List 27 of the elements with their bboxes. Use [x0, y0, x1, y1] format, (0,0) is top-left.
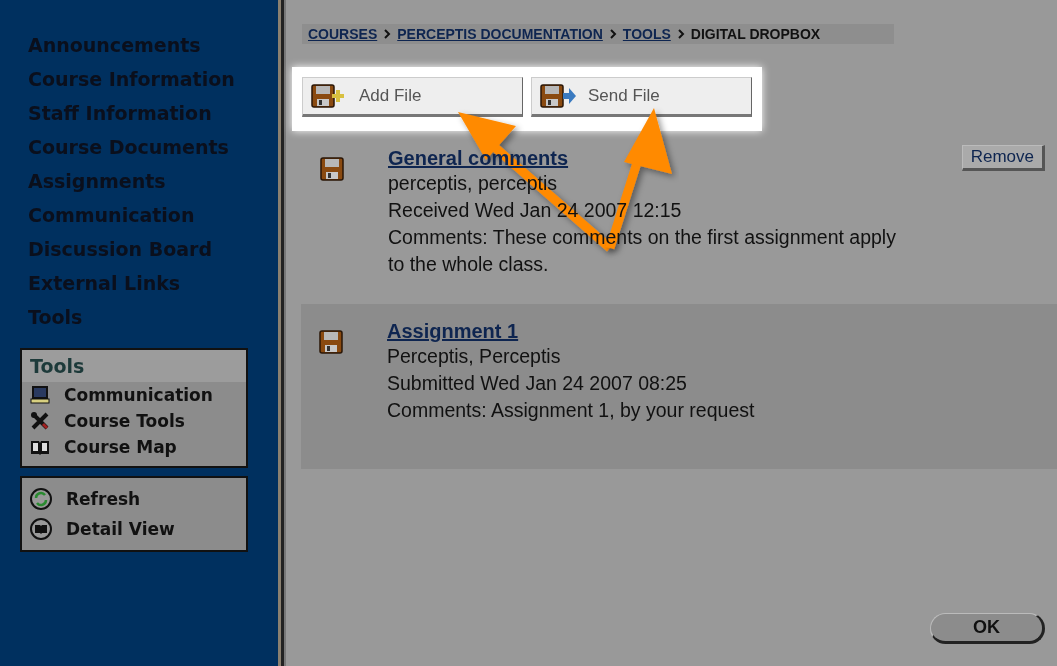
chevron-icon — [608, 29, 617, 39]
file-detail: Submitted Wed Jan 24 2007 08:25 — [387, 371, 688, 396]
panel-title: Tools — [22, 350, 246, 382]
file-detail: Comments: Assignment 1, by your request — [387, 398, 756, 423]
refresh-icon — [30, 488, 52, 510]
remove-button[interactable]: Remove — [961, 145, 1045, 171]
file-detail: Perceptis, Perceptis — [387, 344, 562, 369]
laptop-icon — [30, 385, 50, 405]
chevron-icon — [383, 29, 392, 39]
action-link[interactable]: Detail View — [66, 519, 175, 539]
action-link[interactable]: Refresh — [66, 489, 141, 509]
breadcrumb-link[interactable]: COURSES — [308, 26, 378, 42]
tools-icon — [30, 411, 50, 431]
book-icon — [30, 518, 52, 540]
tool-link[interactable]: Course Map — [64, 437, 177, 457]
tool-link[interactable]: Course Tools — [64, 411, 185, 431]
file-title-link[interactable]: Assignment 1 — [387, 320, 519, 343]
breadcrumb-current: DIGITAL DROPBOX — [690, 26, 821, 42]
breadcrumb-link[interactable]: TOOLS — [622, 26, 671, 42]
tool-link[interactable]: Communication — [64, 385, 213, 405]
floppy-arrow-icon — [540, 84, 576, 108]
breadcrumb-link[interactable]: PERCEPTIS DOCUMENTATION — [397, 26, 603, 42]
send-file-button[interactable]: Send File — [531, 77, 752, 117]
ok-button[interactable]: OK — [930, 613, 1045, 644]
chevron-icon — [676, 29, 685, 39]
add-file-button[interactable]: Add File — [302, 77, 523, 117]
floppy-plus-icon — [311, 84, 347, 108]
